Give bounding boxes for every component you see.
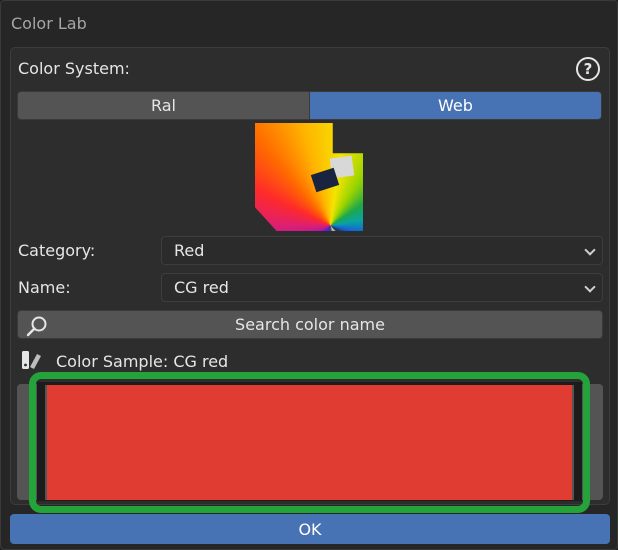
tab-web[interactable]: Web bbox=[309, 91, 602, 120]
name-value: CG red bbox=[174, 278, 229, 297]
search-color-button[interactable]: Search color name bbox=[17, 310, 603, 339]
category-label: Category: bbox=[18, 241, 96, 260]
color-sample-label: Color Sample: CG red bbox=[56, 352, 229, 371]
category-dropdown[interactable]: Red bbox=[161, 236, 603, 265]
chevron-down-icon bbox=[584, 281, 596, 293]
tab-ral-label: Ral bbox=[150, 96, 176, 115]
ok-button[interactable]: OK bbox=[10, 514, 610, 544]
help-icon[interactable]: ? bbox=[576, 57, 600, 81]
search-button-label: Search color name bbox=[235, 315, 385, 334]
ok-button-label: OK bbox=[298, 519, 322, 539]
color-system-label: Color System: bbox=[18, 59, 130, 78]
tab-web-label: Web bbox=[438, 96, 473, 115]
color-lab-window: Color Lab Color System: ? Ral Web Catego… bbox=[0, 0, 618, 550]
tab-ral[interactable]: Ral bbox=[17, 91, 310, 120]
palette-icon bbox=[22, 351, 41, 369]
name-dropdown[interactable]: CG red bbox=[161, 273, 603, 302]
chevron-down-icon bbox=[584, 244, 596, 256]
category-value: Red bbox=[174, 241, 205, 260]
sample-highlight-box bbox=[29, 372, 590, 513]
name-label: Name: bbox=[18, 278, 71, 297]
window-title: Color Lab bbox=[11, 14, 87, 33]
search-icon bbox=[26, 316, 47, 337]
